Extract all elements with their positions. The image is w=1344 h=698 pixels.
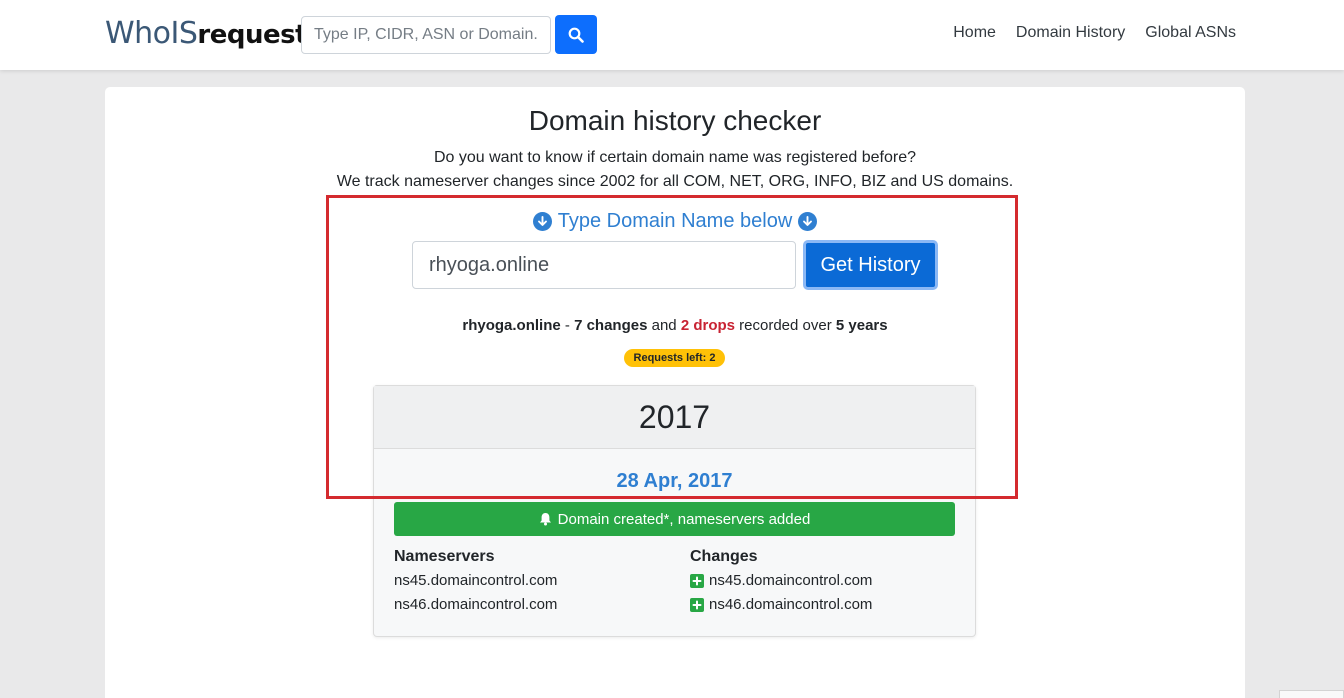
domain-input[interactable] xyxy=(412,241,796,289)
change-text: ns45.domaincontrol.com xyxy=(709,572,873,589)
plus-square-icon xyxy=(690,598,704,612)
history-year: 2017 xyxy=(374,386,975,449)
nav-home[interactable]: Home xyxy=(953,24,996,42)
summary-recorded: recorded over xyxy=(735,317,836,334)
nameserver-item: ns45.domaincontrol.com xyxy=(394,572,558,589)
history-date: 28 Apr, 2017 xyxy=(616,470,733,492)
subtitle-line-1: Do you want to know if certain domain na… xyxy=(433,149,917,166)
change-item: ns46.domaincontrol.com xyxy=(690,596,872,613)
logo-who: WhoIS xyxy=(105,16,198,51)
summary-domain: rhyoga.online xyxy=(462,317,561,334)
summary-changes: 7 changes xyxy=(574,317,648,334)
summary-sep: - xyxy=(560,317,575,334)
site-logo[interactable]: WhoISrequest xyxy=(105,14,308,55)
change-text: ns46.domaincontrol.com xyxy=(709,596,873,613)
nav-global-asns[interactable]: Global ASNs xyxy=(1145,24,1236,42)
get-history-button[interactable]: Get History xyxy=(803,240,938,290)
nav-links: Home Domain History Global ASNs xyxy=(953,24,1236,42)
logo-request: request xyxy=(197,20,308,50)
navbar: WhoISrequest Home Domain History Global … xyxy=(0,0,1344,70)
requests-left-badge: Requests left: 2 xyxy=(624,349,725,367)
main-card: Domain history checker Do you want to kn… xyxy=(105,87,1245,698)
change-item: ns45.domaincontrol.com xyxy=(690,572,872,589)
search-button[interactable] xyxy=(555,15,597,54)
nameservers-header: Nameservers xyxy=(394,548,495,565)
bell-icon xyxy=(539,513,551,526)
subtitle-line-2: We track nameserver changes since 2002 f… xyxy=(336,173,1014,190)
summary-drops: 2 drops xyxy=(680,317,735,334)
event-text: Domain created*, nameservers added xyxy=(557,510,811,528)
type-domain-text: Type Domain Name below xyxy=(557,210,793,232)
event-banner: Domain created*, nameservers added xyxy=(394,502,955,536)
summary-years: 5 years xyxy=(835,317,888,334)
arrow-down-circle-icon xyxy=(532,212,552,231)
arrow-down-circle-icon xyxy=(798,212,818,231)
nameserver-item: ns46.domaincontrol.com xyxy=(394,596,558,613)
changes-header: Changes xyxy=(690,548,758,565)
history-panel: 2017 28 Apr, 2017 Domain created*, names… xyxy=(373,385,976,637)
type-domain-label: Type Domain Name below xyxy=(105,210,1245,233)
history-summary: rhyoga.online - 7 changes and 2 drops re… xyxy=(105,317,1245,334)
search-icon xyxy=(568,27,584,43)
plus-square-icon xyxy=(690,574,704,588)
recaptcha-badge[interactable] xyxy=(1279,690,1344,698)
search-input[interactable] xyxy=(301,16,551,54)
summary-and: and xyxy=(647,317,681,334)
nav-domain-history[interactable]: Domain History xyxy=(1016,24,1125,42)
page-title: Domain history checker xyxy=(528,105,822,136)
